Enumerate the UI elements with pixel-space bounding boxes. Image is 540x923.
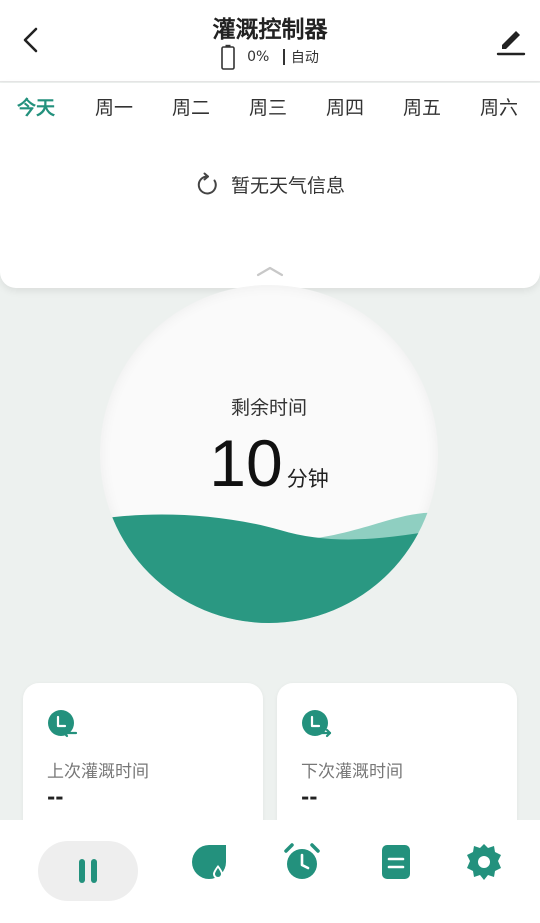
refresh-icon xyxy=(197,172,217,194)
header: 灌溉控制器 0% 自动 xyxy=(0,0,540,82)
tab-wednesday[interactable]: 周三 xyxy=(249,93,287,120)
battery-icon xyxy=(221,44,235,70)
divider xyxy=(283,49,285,65)
water-drop-icon xyxy=(192,845,226,879)
tab-monday[interactable]: 周一 xyxy=(95,93,133,120)
remaining-time-gauge: 剩余时间 10 分钟 xyxy=(100,285,438,623)
edit-button[interactable] xyxy=(492,22,528,58)
weather-message: 暂无天气信息 xyxy=(230,175,345,197)
records-nav-button[interactable] xyxy=(376,842,416,882)
clock-right-arrow-icon xyxy=(302,710,332,738)
last-irrigation-card: 上次灌溉时间 -- xyxy=(23,683,263,843)
page-title: 灌溉控制器 xyxy=(212,17,328,43)
chevron-up-icon[interactable] xyxy=(256,265,284,277)
last-irrigation-value: -- xyxy=(47,785,64,809)
bottom-nav xyxy=(0,820,540,923)
next-irrigation-label: 下次灌溉时间 xyxy=(301,762,403,782)
alarm-nav-button[interactable] xyxy=(282,842,322,882)
pause-button[interactable] xyxy=(38,841,138,901)
schedule-panel: 今天 周一 周二 周三 周四 周五 周六 暂无天气信息 xyxy=(0,83,540,288)
tab-thursday[interactable]: 周四 xyxy=(326,93,364,120)
gauge-value: 10 分钟 xyxy=(100,425,438,501)
tab-saturday[interactable]: 周六 xyxy=(480,93,518,120)
clock-left-arrow-icon xyxy=(48,710,78,738)
settings-gear-icon xyxy=(467,844,501,880)
pencil-icon xyxy=(496,31,526,56)
mode-label: 自动 xyxy=(290,50,319,66)
day-tabs: 今天 周一 周二 周三 周四 周五 周六 xyxy=(0,93,540,123)
battery-percent: 0% xyxy=(247,49,270,65)
tab-today[interactable]: 今天 xyxy=(17,93,55,120)
document-icon xyxy=(382,845,410,879)
water-nav-button[interactable] xyxy=(190,842,230,882)
irrigation-controller-screen: 灌溉控制器 0% 自动 今天 周一 周二 周三 周四 周五 周六 暂无天气信息 … xyxy=(0,0,540,923)
next-irrigation-card: 下次灌溉时间 -- xyxy=(277,683,517,843)
tab-tuesday[interactable]: 周二 xyxy=(172,93,210,120)
tab-friday[interactable]: 周五 xyxy=(403,93,441,120)
gauge-label: 剩余时间 xyxy=(230,397,307,419)
settings-nav-button[interactable] xyxy=(464,842,504,882)
alarm-clock-icon xyxy=(284,843,320,879)
status-line: 0% 自动 xyxy=(0,44,540,70)
gauge-unit: 分钟 xyxy=(286,467,329,491)
remaining-minutes: 10 xyxy=(209,426,283,500)
last-irrigation-label: 上次灌溉时间 xyxy=(47,762,149,782)
next-irrigation-value: -- xyxy=(301,785,318,809)
weather-refresh[interactable]: 暂无天气信息 xyxy=(0,171,540,198)
pause-icon xyxy=(79,859,97,883)
